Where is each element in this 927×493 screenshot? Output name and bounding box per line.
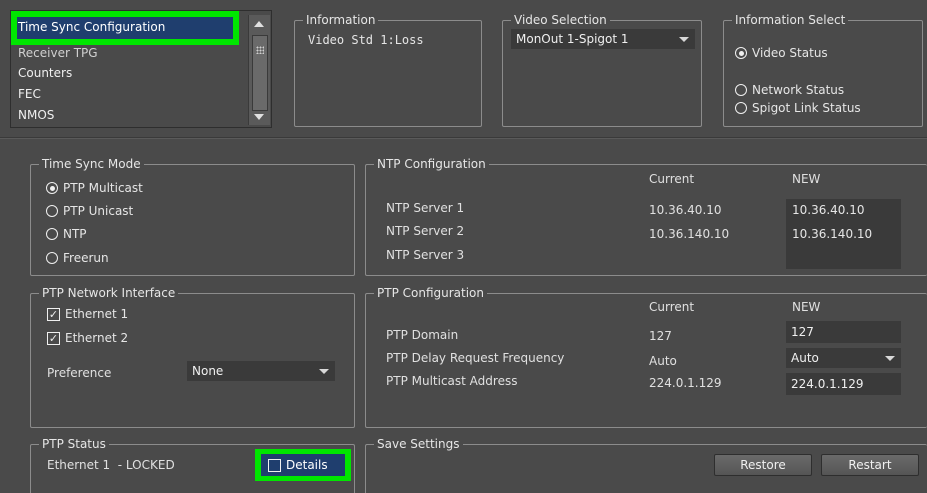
- radio-spigot-link-status-label: Spigot Link Status: [752, 101, 861, 115]
- ptp-multicast-address-current: 224.0.1.129: [649, 376, 722, 390]
- ntp-server-2-label: NTP Server 2: [386, 224, 465, 238]
- ntp-col-new: NEW: [792, 172, 821, 186]
- checkbox-ethernet-1-label: Ethernet 1: [65, 307, 129, 321]
- radio-ptp-unicast-label: PTP Unicast: [63, 204, 134, 218]
- video-selection-dropdown[interactable]: MonOut 1-Spigot 1: [511, 29, 695, 49]
- information-select-title: Information Select: [732, 13, 849, 27]
- ptp-status-title: PTP Status: [39, 437, 109, 451]
- nav-list-scrollbar[interactable]: [248, 15, 270, 125]
- chevron-down-icon: [679, 37, 689, 42]
- radio-freerun[interactable]: Freerun: [46, 251, 109, 265]
- restore-button[interactable]: Restore: [714, 454, 812, 476]
- grip-icon: [256, 46, 264, 54]
- video-selection-value: MonOut 1-Spigot 1: [516, 32, 629, 46]
- ptp-delay-request-frequency-label: PTP Delay Request Frequency: [386, 351, 565, 365]
- ptp-col-current: Current: [649, 300, 695, 314]
- scroll-down-icon[interactable]: [254, 114, 264, 120]
- nav-item-counters[interactable]: Counters: [18, 66, 72, 80]
- save-settings-title: Save Settings: [374, 437, 463, 451]
- information-group: Information Video Std 1:Loss: [294, 13, 482, 127]
- ptp-domain-current: 127: [649, 329, 672, 343]
- video-selection-group: Video Selection MonOut 1-Spigot 1: [502, 13, 702, 127]
- time-sync-mode-title: Time Sync Mode: [39, 157, 144, 171]
- information-title: Information: [303, 13, 379, 27]
- ptp-multicast-address-input[interactable]: 224.0.1.129: [786, 373, 901, 395]
- unchecked-box-icon: [268, 458, 281, 472]
- ntp-new-servers-textarea[interactable]: 10.36.40.10 10.36.140.10: [786, 199, 901, 269]
- ptp-configuration-title: PTP Configuration: [374, 286, 487, 300]
- ptp-domain-input[interactable]: 127: [786, 321, 901, 343]
- ntp-configuration-group: NTP Configuration Current NEW NTP Server…: [365, 157, 927, 276]
- radio-unselected-icon: [46, 252, 58, 264]
- checkbox-ethernet-2-label: Ethernet 2: [65, 331, 129, 345]
- chevron-down-icon: [885, 356, 895, 361]
- nav-item-fec[interactable]: FEC: [18, 87, 41, 101]
- time-sync-mode-group: Time Sync Mode PTP Multicast PTP Unicast…: [30, 157, 355, 276]
- nav-item-time-sync-configuration[interactable]: Time Sync Configuration: [18, 20, 165, 34]
- ptp-configuration-group: PTP Configuration Current NEW PTP Domain…: [365, 286, 927, 428]
- checkbox-ethernet-2[interactable]: ✓ Ethernet 2: [47, 331, 128, 345]
- ntp-configuration-title: NTP Configuration: [374, 157, 489, 171]
- preference-label: Preference: [47, 366, 112, 380]
- ntp-server-2-current: 10.36.140.10: [649, 227, 730, 241]
- details-label: Details: [286, 458, 328, 472]
- information-select-group: Information Select Video Status Network …: [723, 13, 923, 127]
- scrollbar-thumb[interactable]: [252, 35, 268, 111]
- ptp-domain-new: 127: [791, 325, 814, 339]
- ntp-server-3-label: NTP Server 3: [386, 248, 465, 262]
- check-icon: ✓: [47, 307, 60, 321]
- nav-list[interactable]: Time Sync Configuration Receiver TPG Cou…: [10, 10, 272, 128]
- ptp-multicast-address-label: PTP Multicast Address: [386, 374, 518, 388]
- nav-item-receiver-tpg[interactable]: Receiver TPG: [18, 46, 98, 60]
- section-divider: [0, 137, 927, 139]
- radio-ntp[interactable]: NTP: [46, 227, 87, 241]
- radio-selected-icon: [735, 47, 747, 59]
- information-text: Video Std 1:Loss: [308, 33, 424, 47]
- ntp-col-current: Current: [649, 172, 695, 186]
- ptp-delay-request-frequency-current: Auto: [649, 354, 677, 368]
- ptp-multicast-address-new: 224.0.1.129: [791, 377, 864, 391]
- nav-item-nmos[interactable]: NMOS: [18, 108, 54, 122]
- details-checkbox[interactable]: Details: [261, 454, 345, 476]
- radio-ntp-label: NTP: [63, 227, 87, 241]
- radio-unselected-icon: [46, 205, 58, 217]
- ptp-status-text: Ethernet 1 - LOCKED: [47, 458, 175, 472]
- ptp-network-interface-group: PTP Network Interface ✓ Ethernet 1 ✓ Eth…: [30, 286, 355, 428]
- radio-unselected-icon: [735, 102, 747, 114]
- restart-button[interactable]: Restart: [821, 454, 919, 476]
- video-selection-title: Video Selection: [511, 13, 610, 27]
- radio-ptp-multicast-label: PTP Multicast: [63, 181, 143, 195]
- radio-network-status-label: Network Status: [752, 83, 845, 97]
- radio-video-status[interactable]: Video Status: [735, 46, 828, 60]
- ntp-server-1-new: 10.36.40.10: [792, 203, 865, 217]
- ntp-server-1-label: NTP Server 1: [386, 201, 465, 215]
- ptp-network-interface-title: PTP Network Interface: [39, 286, 179, 300]
- ptp-col-new: NEW: [792, 300, 821, 314]
- checkbox-ethernet-1[interactable]: ✓ Ethernet 1: [47, 307, 128, 321]
- ptp-delay-request-frequency-dropdown[interactable]: Auto: [786, 348, 901, 368]
- radio-spigot-link-status[interactable]: Spigot Link Status: [735, 101, 861, 115]
- chevron-down-icon: [319, 369, 329, 374]
- ptp-domain-label: PTP Domain: [386, 328, 459, 342]
- radio-network-status[interactable]: Network Status: [735, 83, 844, 97]
- check-icon: ✓: [47, 331, 60, 345]
- scroll-up-icon[interactable]: [254, 21, 264, 27]
- ntp-server-2-new: 10.36.140.10: [792, 227, 873, 241]
- radio-ptp-unicast[interactable]: PTP Unicast: [46, 204, 133, 218]
- radio-selected-icon: [46, 182, 58, 194]
- radio-unselected-icon: [735, 84, 747, 96]
- ptp-delay-request-frequency-new: Auto: [791, 351, 819, 365]
- ntp-server-1-current: 10.36.40.10: [649, 203, 722, 217]
- preference-dropdown[interactable]: None: [187, 361, 335, 381]
- radio-video-status-label: Video Status: [752, 46, 828, 60]
- radio-unselected-icon: [46, 228, 58, 240]
- radio-ptp-multicast[interactable]: PTP Multicast: [46, 181, 143, 195]
- preference-value: None: [192, 364, 224, 378]
- radio-freerun-label: Freerun: [63, 251, 109, 265]
